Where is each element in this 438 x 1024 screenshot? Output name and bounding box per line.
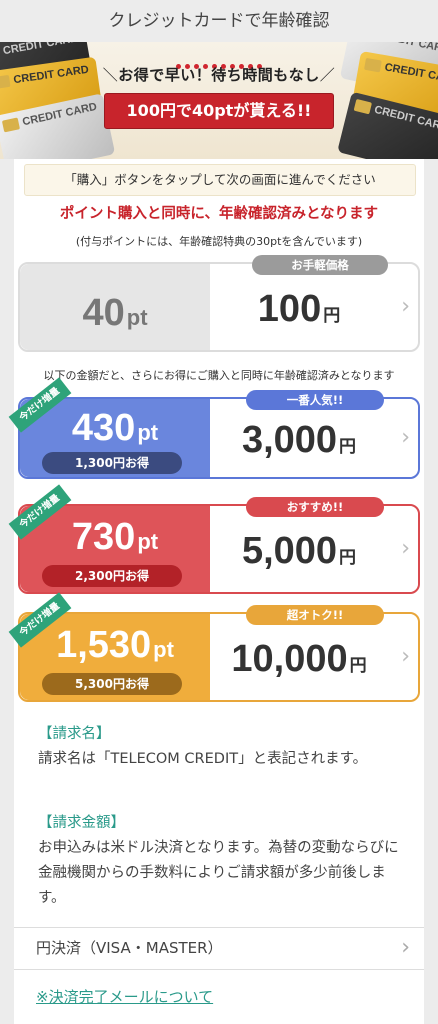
billing-amount-heading: 【請求金額】 [38, 815, 125, 831]
savings-badge: 2,300円お得 [42, 565, 182, 587]
billing-name-text: 請求名は「TELECOM CREDIT」と表記されます。 [38, 751, 368, 767]
points-value: 730pt [71, 516, 159, 558]
plan-tag: 超オトク!! [246, 605, 384, 625]
main-content: 「購入」ボタンをタップして次の画面に進んでください ポイント購入と同時に、年齢確… [8, 159, 424, 1024]
discount-note: 以下の金額だと、さらにお得にご購入と同時に年齢確認済みとなります [43, 369, 395, 382]
price-value: 3,000 円 [241, 419, 357, 461]
chevron-right-icon: › [401, 935, 410, 960]
plan-tag: 一番人気!! [246, 390, 384, 410]
promo-banner: CREDIT CARD CREDIT CARD CREDIT CARD CRED… [0, 42, 438, 159]
chevron-right-icon: › [401, 294, 410, 319]
yen-payment-option[interactable]: 円決済（VISA・MASTER） › [14, 928, 424, 968]
billing-name-section: 【請求名】 請求名は「TELECOM CREDIT」と表記されます。 [38, 722, 400, 772]
price-value: 5,000 円 [241, 530, 357, 572]
instruction-notice: 「購入」ボタンをタップして次の画面に進んでください [24, 164, 416, 196]
plan-10000-yen[interactable]: 今だけ増量 1,530pt 5,300円お得 超オトク!! 10,000 円 › [8, 592, 420, 702]
chevron-right-icon: › [401, 536, 410, 561]
chevron-right-icon: › [401, 644, 410, 669]
divider [14, 969, 424, 970]
billing-amount-section: 【請求金額】 お申込みは米ドル決済となります。為替の変動ならびに金融機関からの手… [38, 811, 400, 911]
plan-100-yen[interactable]: 40pt お手軽価格 100 円 › [18, 255, 420, 352]
plan-5000-yen[interactable]: 今だけ増量 730pt 2,300円お得 おすすめ!! 5,000 円 › [8, 484, 420, 594]
page: クレジットカードで年齢確認 CREDIT CARD CREDIT CARD CR… [0, 0, 438, 1024]
plan-3000-yen[interactable]: 今だけ増量 430pt 1,300円お得 一番人気!! 3,000 円 › [8, 377, 420, 479]
banner-tagline: ＼お得で早い！待ち時間もなし／ [102, 66, 336, 84]
price-value: 10,000 円 [231, 638, 367, 680]
savings-badge: 1,300円お得 [42, 452, 182, 474]
decorative-dots [98, 54, 340, 69]
billing-name-heading: 【請求名】 [38, 726, 111, 742]
points-value: 430pt [71, 407, 159, 449]
chevron-right-icon: › [401, 425, 410, 450]
banner-offer-label: 100円で40ptが貰える!! [104, 93, 334, 129]
plan-tag: おすすめ!! [246, 497, 384, 517]
page-title: クレジットカードで年齢確認 [0, 0, 438, 42]
savings-badge: 5,300円お得 [42, 673, 182, 695]
billing-amount-text: お申込みは米ドル決済となります。為替の変動ならびに金融機関からの手数料によりご請… [38, 840, 399, 906]
price-value: 100 円 [257, 288, 341, 330]
headline: ポイント購入と同時に、年齢確認済みとなります [59, 206, 379, 222]
points-value: 40pt [82, 292, 148, 334]
bonus-note: (付与ポイントには、年齢確認特典の30ptを含んでいます) [75, 235, 363, 248]
plan-tag: お手軽価格 [252, 255, 388, 275]
payment-option-label: 円決済（VISA・MASTER） [36, 939, 223, 957]
points-value: 1,530pt [56, 624, 174, 666]
banner-center: ＼お得で早い！待ち時間もなし／ 100円で40ptが貰える!! [98, 54, 340, 129]
payment-email-link[interactable]: ※決済完了メールについて [36, 986, 213, 1007]
